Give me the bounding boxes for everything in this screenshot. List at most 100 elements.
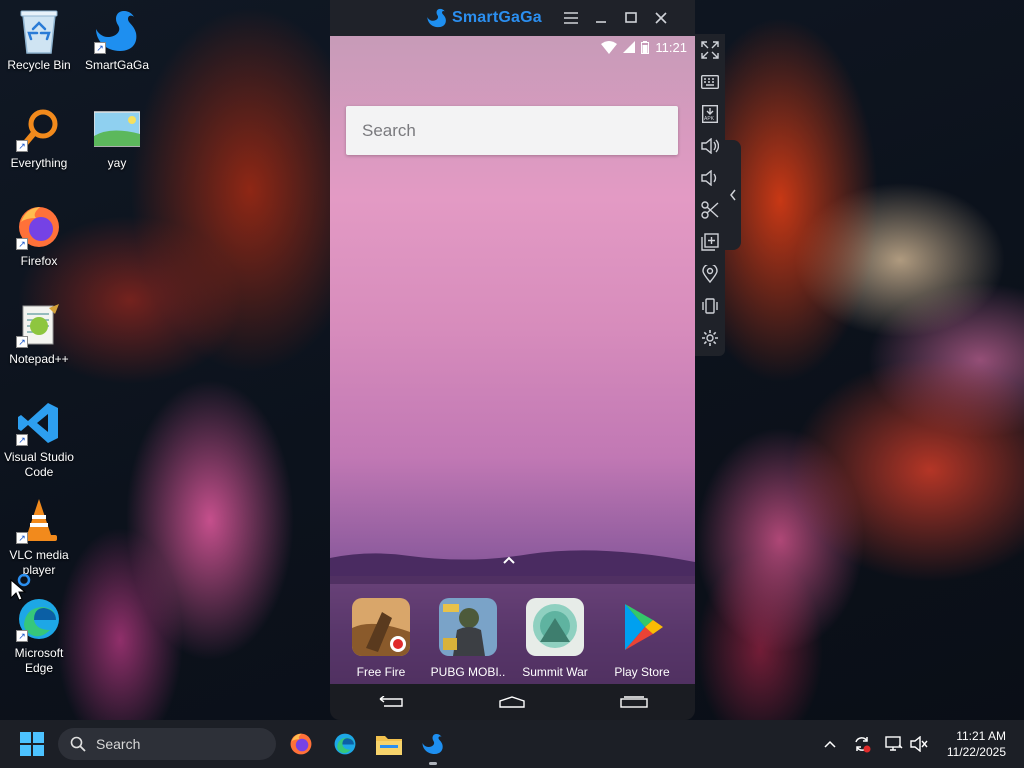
gear-icon [702,330,718,346]
sync-icon [855,737,871,753]
scissors-icon [701,201,719,219]
taskbar-firefox[interactable] [285,728,317,760]
chevron-up-icon [824,740,836,748]
smartgaga-swan-icon [422,734,443,754]
recent-apps-icon [620,696,648,708]
desktop-icon-yay[interactable]: yay [78,104,156,171]
emulator-titlebar[interactable]: SmartGaGa [330,0,695,36]
keyboard-button[interactable] [695,66,725,98]
desktop-icon-notepad-plus-plus[interactable]: ↗ Notepad++ [0,300,78,367]
chevron-left-icon [730,189,736,201]
fullscreen-icon [701,41,719,59]
search-placeholder: Search [362,120,416,140]
install-apk-button[interactable]: APK [695,98,725,130]
settings-button[interactable] [695,322,725,354]
app-name: Play Store [614,665,670,679]
maximize-button[interactable] [616,0,646,36]
volume-down-button[interactable] [695,162,725,194]
fullscreen-button[interactable] [695,34,725,66]
taskbar-clock[interactable]: 11:21 AM 11/22/2025 [947,728,1006,760]
desktop-icon-smartgaga[interactable]: ↗ SmartGaGa [78,6,156,73]
emulator-brand-name: SmartGaGa [452,9,542,26]
back-button[interactable] [371,687,411,717]
shortcut-arrow-icon: ↗ [16,434,28,446]
desktop-icon-vscode[interactable]: ↗ Visual Studio Code [0,398,78,480]
show-hidden-icons-button[interactable] [819,734,841,754]
edge-icon [334,733,356,755]
svg-text:APK: APK [704,116,715,122]
image-file-icon [92,104,142,154]
tray-sync[interactable] [851,734,873,754]
desktop-icon-label: SmartGaGa [84,58,150,72]
screenshot-button[interactable] [695,194,725,226]
volume-down-icon [701,170,717,186]
desktop-icon-everything[interactable]: ↗ Everything [0,104,78,171]
vlc-cone-icon: ↗ [14,496,64,546]
app-name: Summit War [522,665,588,679]
desktop-icon-label: Microsoft Edge [14,646,64,675]
desktop-icon-label: Firefox [20,254,58,268]
shortcut-arrow-icon: ↗ [16,140,28,152]
android-search-bar[interactable]: Search [346,106,678,155]
volume-muted-icon [910,736,928,752]
app-play-store[interactable]: Play Store [602,598,682,679]
minimize-button[interactable] [586,0,616,36]
desktop-icon-firefox[interactable]: ↗ Firefox [0,202,78,269]
shortcut-arrow-icon: ↗ [16,532,28,544]
home-button[interactable] [492,687,532,717]
location-button[interactable] [695,258,725,290]
magnifier-icon: ↗ [14,104,64,154]
shortcut-arrow-icon: ↗ [16,336,28,348]
minimize-icon [596,21,606,23]
app-summit-war[interactable]: Summit War [515,598,595,679]
free-fire-app-icon [352,598,410,656]
multi-instance-button[interactable] [695,226,725,258]
back-arrow-icon [379,696,403,707]
cell-signal-icon [623,41,636,53]
running-indicator [429,762,437,765]
network-icon [885,736,903,751]
shortcut-arrow-icon: ↗ [16,630,28,642]
vscode-icon: ↗ [14,398,64,448]
location-pin-icon [702,265,718,283]
sidebar-collapse-button[interactable] [725,140,741,250]
tray-volume[interactable] [908,734,930,754]
desktop-icon-label: Notepad++ [9,352,69,366]
app-name: Free Fire [356,665,406,679]
wifi-icon [601,40,618,54]
tray-network[interactable] [883,734,905,754]
taskbar-smartgaga[interactable] [417,728,449,765]
desktop-icon-recycle-bin[interactable]: Recycle Bin [0,6,78,73]
android-nav-bar [330,684,695,720]
close-icon [655,12,667,24]
status-time: 11:21 [655,39,687,55]
recycle-bin-icon [14,6,64,56]
notepad-plus-plus-icon: ↗ [14,300,64,350]
summit-war-app-icon [526,598,584,656]
desktop-icon-vlc[interactable]: ↗ VLC media player [0,496,78,578]
menu-button[interactable] [556,0,586,36]
taskbar-file-explorer[interactable] [373,728,405,760]
app-free-fire[interactable]: Free Fire [341,598,421,679]
shortcut-arrow-icon: ↗ [16,238,28,250]
maximize-icon [625,12,637,23]
shortcut-arrow-icon: ↗ [94,42,106,54]
home-icon [499,696,526,708]
windows-logo-icon [20,732,44,756]
mouse-cursor [10,573,32,607]
app-drawer-arrow[interactable] [502,552,516,568]
recents-button[interactable] [614,687,654,717]
smartgaga-swan-icon [427,8,446,28]
close-button[interactable] [646,0,676,36]
taskbar: Search 11:21 AM 11/22/2025 [0,720,1024,768]
play-store-icon [613,598,671,656]
volume-up-button[interactable] [695,130,725,162]
android-home-screen[interactable]: 11:21 Search Free Fire PUBG MOBI.. Summi… [330,36,695,684]
start-button[interactable] [16,728,48,760]
taskbar-edge[interactable] [329,728,361,760]
shake-button[interactable] [695,290,725,322]
app-pubg-mobile[interactable]: PUBG MOBI.. [428,598,508,679]
desktop-icon-label: Recycle Bin [7,58,71,72]
app-name: PUBG MOBI.. [430,665,506,679]
taskbar-search[interactable]: Search [58,728,276,760]
